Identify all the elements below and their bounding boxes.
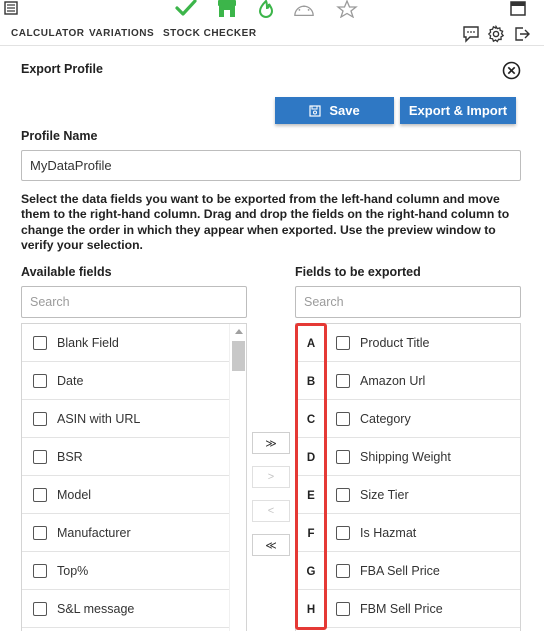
- column-letter: C: [306, 414, 316, 426]
- list-item[interactable]: Size Tier: [296, 476, 520, 514]
- move-right-button[interactable]: >: [252, 466, 290, 488]
- checkmark-icon[interactable]: [175, 0, 197, 18]
- page-title: Export Profile: [21, 62, 103, 76]
- list-item[interactable]: Blank Field: [22, 324, 230, 362]
- list-item[interactable]: Model: [22, 476, 230, 514]
- logout-icon[interactable]: [513, 25, 531, 43]
- checkbox[interactable]: [336, 601, 350, 616]
- list-item[interactable]: FBM Sell Price: [296, 590, 520, 628]
- list-item[interactable]: ASIN with URL: [22, 400, 230, 438]
- field-label: Blank Field: [57, 335, 119, 350]
- list-item[interactable]: Product Title: [296, 324, 520, 362]
- nav-bar: CALCULATOR VARIATIONS STOCK CHECKER: [0, 22, 544, 46]
- list-item[interactable]: Amazon Url: [296, 362, 520, 400]
- exported-fields-heading: Fields to be exported: [295, 265, 421, 279]
- field-label: BSR: [57, 449, 83, 464]
- checkbox[interactable]: [33, 335, 47, 350]
- list-item[interactable]: BSR: [22, 438, 230, 476]
- menu-icon[interactable]: [4, 1, 18, 15]
- checkbox[interactable]: [336, 373, 350, 388]
- profile-name-field[interactable]: [21, 150, 521, 181]
- checkbox[interactable]: [33, 487, 47, 502]
- instructions-text: Select the data fields you want to be ex…: [21, 192, 510, 253]
- list-item[interactable]: Date: [22, 362, 230, 400]
- checkbox[interactable]: [33, 525, 47, 540]
- field-label: Product Title: [360, 335, 430, 350]
- dashboard-icon[interactable]: [293, 0, 315, 18]
- gear-icon[interactable]: [487, 25, 505, 43]
- checkbox[interactable]: [33, 373, 47, 388]
- column-letter: H: [306, 604, 316, 616]
- field-label: Category: [360, 411, 411, 426]
- checkbox[interactable]: [33, 411, 47, 426]
- field-label: S&L message: [57, 601, 135, 616]
- field-label: Amazon Url: [360, 373, 426, 388]
- column-letter: A: [306, 338, 316, 350]
- list-item[interactable]: Is Hazmat: [296, 514, 520, 552]
- checkbox[interactable]: [336, 563, 350, 578]
- list-item[interactable]: S&L message: [22, 590, 230, 628]
- list-item[interactable]: Manufacturer: [22, 514, 230, 552]
- column-letter: E: [307, 490, 315, 502]
- field-label: FBA Sell Price: [360, 563, 440, 578]
- checkbox[interactable]: [336, 411, 350, 426]
- field-label: ASIN with URL: [57, 411, 141, 426]
- list-item[interactable]: Category: [296, 400, 520, 438]
- column-letters-highlight: A B C D E F G H: [295, 323, 327, 630]
- exported-search-input[interactable]: [295, 286, 521, 318]
- checkbox[interactable]: [336, 449, 350, 464]
- tab-stock-checker[interactable]: STOCK CHECKER: [163, 28, 257, 39]
- field-label: Manufacturer: [57, 525, 131, 540]
- checkbox[interactable]: [33, 449, 47, 464]
- move-all-right-button[interactable]: ≫: [252, 432, 290, 454]
- flame-icon[interactable]: [255, 0, 277, 18]
- close-icon[interactable]: [502, 61, 521, 80]
- field-label: Size Tier: [360, 487, 409, 502]
- scroll-up-arrow-icon[interactable]: [235, 329, 243, 334]
- move-all-left-button[interactable]: ≪: [252, 534, 290, 556]
- exported-fields-list: Product Title Amazon Url Category Shippi…: [295, 323, 521, 631]
- checkbox[interactable]: [33, 563, 47, 578]
- field-label: Is Hazmat: [360, 525, 417, 540]
- column-letter: D: [306, 452, 316, 464]
- column-letter: G: [306, 566, 316, 578]
- field-label: Shipping Weight: [360, 449, 451, 464]
- field-label: FBM Sell Price: [360, 601, 443, 616]
- shop-icon[interactable]: [216, 0, 238, 18]
- checkbox[interactable]: [336, 335, 350, 350]
- field-label: Date: [57, 373, 84, 388]
- available-fields-list: Blank Field Date ASIN with URL BSR Model…: [21, 323, 247, 631]
- move-left-button[interactable]: <: [252, 500, 290, 522]
- top-toolbar: [0, 0, 544, 22]
- field-label: Top%: [57, 563, 89, 578]
- tab-calculator[interactable]: CALCULATOR: [11, 28, 85, 39]
- checkbox[interactable]: [336, 525, 350, 540]
- column-letter: B: [306, 376, 316, 388]
- save-button[interactable]: Save: [275, 97, 394, 124]
- available-search-input[interactable]: [21, 286, 247, 318]
- checkbox[interactable]: [33, 601, 47, 616]
- star-icon[interactable]: [336, 0, 358, 18]
- export-import-button-label: Export & Import: [408, 103, 508, 118]
- available-scrollbar[interactable]: [229, 324, 246, 631]
- profile-name-label: Profile Name: [21, 129, 98, 143]
- save-icon: [309, 104, 321, 117]
- scroll-thumb[interactable]: [232, 341, 245, 371]
- export-import-button[interactable]: Export & Import: [400, 97, 516, 124]
- window-icon[interactable]: [510, 1, 526, 16]
- checkbox[interactable]: [336, 487, 350, 502]
- list-item[interactable]: Top%: [22, 552, 230, 590]
- column-letter: F: [307, 528, 315, 540]
- list-item[interactable]: FBA Sell Price: [296, 552, 520, 590]
- field-label: Model: [57, 487, 92, 502]
- list-item[interactable]: Shipping Weight: [296, 438, 520, 476]
- tab-variations[interactable]: VARIATIONS: [89, 28, 154, 39]
- available-fields-heading: Available fields: [21, 265, 112, 279]
- chat-icon[interactable]: [462, 25, 480, 43]
- save-button-label: Save: [329, 103, 360, 118]
